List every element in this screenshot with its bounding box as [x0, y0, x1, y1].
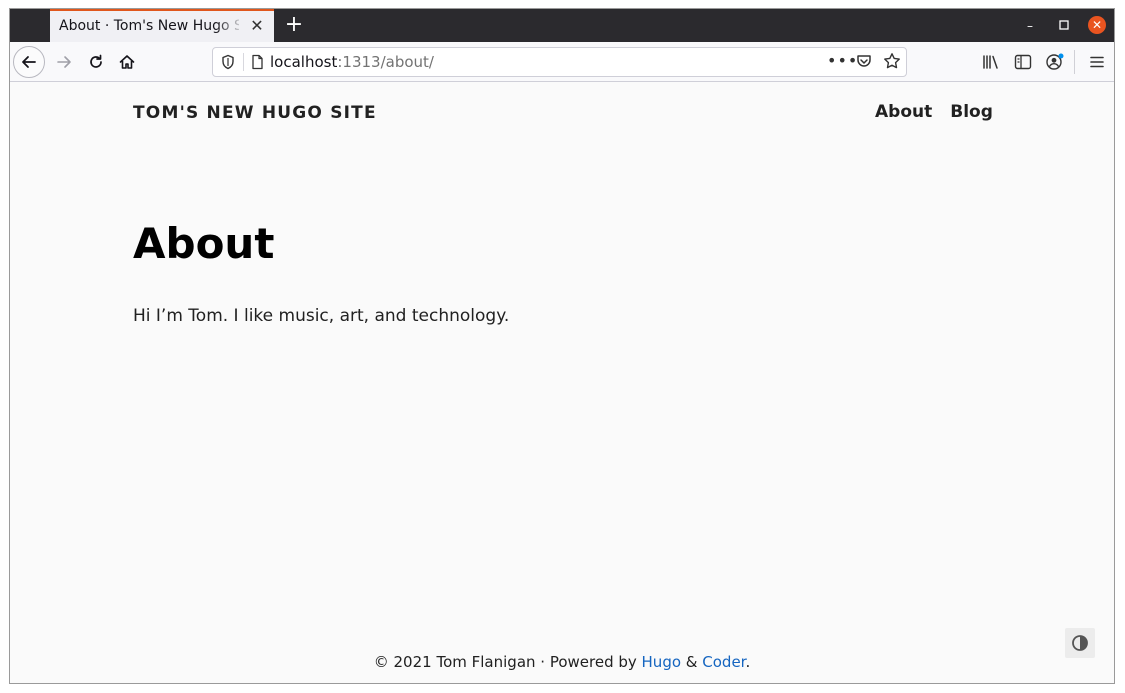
site-title-link[interactable]: TOM'S NEW HUGO SITE	[133, 103, 377, 123]
tab-about[interactable]: About · Tom's New Hugo Site ✕	[50, 9, 274, 42]
home-button[interactable]	[112, 47, 142, 77]
minimize-button[interactable]: –	[1022, 18, 1038, 34]
nav-link-blog[interactable]: Blog	[950, 102, 993, 122]
close-window-button[interactable]: ✕	[1088, 16, 1106, 34]
site-nav: About Blog	[875, 102, 993, 122]
maximize-icon	[1059, 20, 1069, 30]
library-icon	[983, 55, 998, 69]
account-icon	[1046, 53, 1064, 70]
menu-button[interactable]	[1082, 47, 1112, 77]
library-button[interactable]	[976, 47, 1006, 77]
hamburger-menu-icon	[1090, 56, 1104, 68]
home-icon	[119, 55, 135, 69]
page-info-icon[interactable]	[251, 54, 264, 74]
sidebar-button[interactable]	[1008, 47, 1038, 77]
footer-copyright: © 2021 Tom Flanigan · Powered by	[373, 653, 642, 671]
tab-close-icon[interactable]: ✕	[248, 17, 266, 35]
pocket-icon[interactable]	[856, 53, 872, 73]
nav-link-about[interactable]: About	[875, 102, 932, 122]
page-title: About	[133, 219, 275, 268]
new-tab-button[interactable]: +	[282, 13, 306, 37]
url-text[interactable]: localhost:1313/about/	[270, 53, 434, 71]
contrast-icon	[1072, 635, 1088, 651]
coder-link[interactable]: Coder	[702, 653, 745, 671]
url-bar[interactable]: localhost:1313/about/ •••	[212, 47, 907, 77]
tab-strip: About · Tom's New Hugo Site ✕ + – ✕	[10, 9, 1114, 42]
bookmark-star-icon[interactable]	[883, 52, 901, 74]
reload-icon	[90, 54, 102, 68]
forward-button[interactable]	[49, 47, 79, 77]
reload-button[interactable]	[81, 47, 111, 77]
footer: © 2021 Tom Flanigan · Powered by Hugo & …	[373, 653, 751, 671]
hugo-link[interactable]: Hugo	[642, 653, 682, 671]
tracking-protection-shield-icon[interactable]	[221, 54, 235, 74]
forward-arrow-icon	[57, 56, 71, 68]
page-actions-icon[interactable]: •••	[827, 51, 858, 70]
sidebar-icon	[1014, 54, 1032, 70]
account-button[interactable]	[1040, 47, 1070, 77]
page-content: TOM'S NEW HUGO SITE About Blog About Hi …	[10, 82, 1114, 683]
back-arrow-icon	[22, 56, 36, 68]
tab-title: About · Tom's New Hugo Site	[59, 18, 239, 34]
back-button[interactable]	[13, 46, 45, 78]
maximize-button[interactable]	[1056, 18, 1072, 34]
page-body-text: Hi I’m Tom. I like music, art, and techn…	[133, 306, 510, 326]
navigation-toolbar: localhost:1313/about/ •••	[10, 42, 1114, 82]
browser-window: About · Tom's New Hugo Site ✕ + – ✕	[9, 8, 1115, 684]
